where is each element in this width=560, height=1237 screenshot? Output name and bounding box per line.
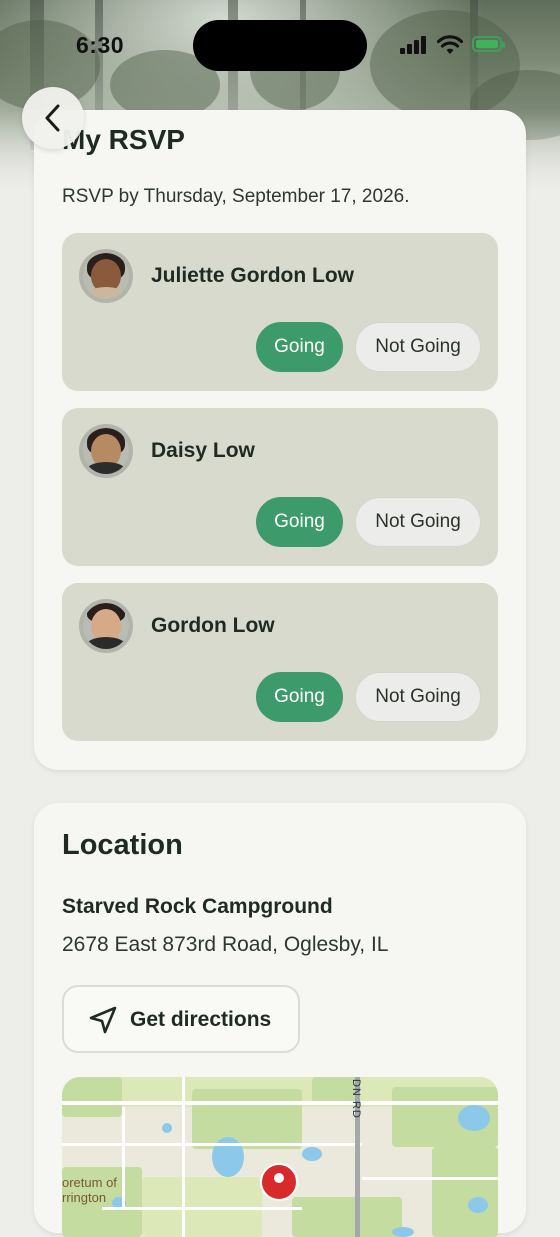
- location-address: 2678 East 873rd Road, Oglesby, IL: [62, 933, 389, 956]
- navigation-arrow-icon: [89, 1006, 117, 1034]
- chevron-left-icon: [45, 104, 60, 132]
- location-name: Starved Rock Campground: [62, 895, 333, 918]
- status-time: 6:30: [76, 32, 125, 58]
- going-button[interactable]: Going: [256, 322, 343, 372]
- not-going-button[interactable]: Not Going: [355, 322, 481, 372]
- dynamic-island: [193, 20, 367, 71]
- map-place-label: oretum of rrington: [62, 1175, 117, 1205]
- status-bar: 6:30: [0, 0, 560, 90]
- avatar: [79, 249, 133, 303]
- not-going-button[interactable]: Not Going: [355, 497, 481, 547]
- rsvp-person-row: Daisy Low Going Not Going: [62, 408, 498, 566]
- rsvp-person-row: Gordon Low Going Not Going: [62, 583, 498, 741]
- going-button[interactable]: Going: [256, 497, 343, 547]
- avatar: [79, 599, 133, 653]
- map-road-label: DN RD: [350, 1079, 362, 1119]
- rsvp-deadline: RSVP by Thursday, September 17, 2026.: [62, 186, 410, 207]
- battery-icon: [472, 36, 505, 52]
- person-name: Juliette Gordon Low: [151, 264, 354, 287]
- get-directions-label: Get directions: [130, 1008, 272, 1031]
- wifi-icon: [437, 35, 463, 54]
- get-directions-button[interactable]: Get directions: [62, 985, 300, 1053]
- location-map[interactable]: oretum of rrington DN RD: [62, 1077, 498, 1237]
- rsvp-person-row: Juliette Gordon Low Going Not Going: [62, 233, 498, 391]
- avatar: [79, 424, 133, 478]
- rsvp-card: My RSVP RSVP by Thursday, September 17, …: [34, 110, 526, 770]
- person-name: Daisy Low: [151, 439, 255, 462]
- location-card: Location Starved Rock Campground 2678 Ea…: [34, 803, 526, 1237]
- not-going-button[interactable]: Not Going: [355, 672, 481, 722]
- back-button[interactable]: [22, 87, 84, 149]
- cellular-signal-icon: [400, 36, 430, 54]
- person-name: Gordon Low: [151, 614, 275, 637]
- map-pin-icon: [260, 1163, 298, 1201]
- location-title: Location: [62, 829, 183, 861]
- going-button[interactable]: Going: [256, 672, 343, 722]
